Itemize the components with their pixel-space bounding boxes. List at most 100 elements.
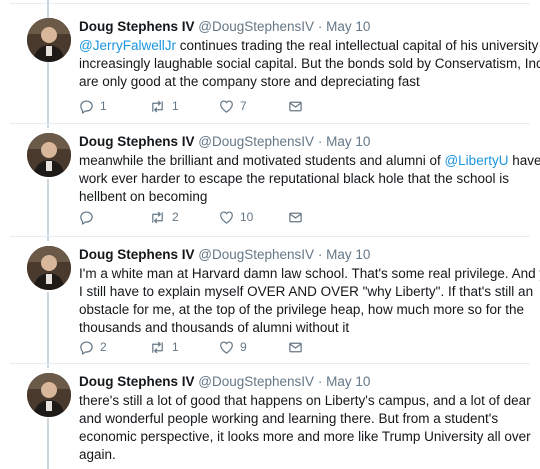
envelope-icon — [289, 212, 302, 222]
envelope-icon — [289, 101, 302, 111]
tweet-text-segment: economic perspective, it looks more and … — [79, 429, 531, 444]
avatar[interactable] — [27, 246, 71, 290]
tweet-text-segment: obstacle for me, at the top of the privi… — [79, 302, 524, 317]
tweet-actions: 2 10 — [79, 209, 319, 225]
direct-message-button[interactable] — [288, 339, 303, 355]
tweet-text-segment: have to — [512, 153, 540, 168]
tweet-text-segment: are only good at the company store and d… — [79, 74, 420, 89]
direct-message-button[interactable] — [288, 209, 303, 225]
tweet-text-segment: increasingly laughable social capital. B… — [79, 56, 540, 71]
avatar[interactable] — [27, 18, 71, 62]
heart-icon — [220, 210, 233, 224]
tweet-text-segment: meanwhile the brilliant and motivated st… — [79, 153, 445, 168]
tweet-text-line: again. — [79, 446, 529, 464]
direct-message-button[interactable] — [288, 98, 303, 114]
tweet-divider — [10, 236, 530, 237]
tweet-text: I'm a white man at Harvard damn law scho… — [79, 265, 540, 337]
tweet-header: Doug Stephens IV @DougStephensIV · May 1… — [79, 246, 370, 264]
tweet-date[interactable]: May 10 — [326, 134, 370, 149]
reply-icon — [80, 99, 93, 114]
heart-icon — [220, 99, 233, 113]
tweet-text-segment: again. — [79, 447, 116, 462]
user-handle[interactable]: @DougStephensIV — [198, 247, 314, 262]
thread-line — [47, 0, 49, 18]
reply-count: 2 — [100, 340, 107, 354]
reply-count: 1 — [100, 99, 107, 113]
avatar-photo — [27, 246, 71, 290]
tweet-actions: 2 1 9 — [79, 339, 319, 355]
retweet-icon — [152, 341, 163, 353]
tweet-text-line: I'm a white man at Harvard damn law scho… — [79, 265, 540, 283]
retweet-button[interactable]: 1 — [149, 339, 179, 355]
reply-icon — [80, 210, 93, 225]
thread-line — [47, 292, 49, 368]
tweet-date[interactable]: May 10 — [326, 374, 370, 389]
like-button[interactable]: 7 — [219, 98, 247, 114]
tweet-text-line: economic perspective, it looks more and … — [79, 428, 531, 446]
tweet-text-line: thousands and thousands of alumni withou… — [79, 319, 529, 337]
tweet-text-segment: I'm a white man at Harvard damn law scho… — [79, 266, 540, 281]
tweet-header: Doug Stephens IV @DougStephensIV · May 1… — [79, 373, 370, 391]
separator-dot: · — [317, 374, 323, 389]
like-count: 10 — [240, 210, 254, 224]
like-count: 9 — [240, 340, 247, 354]
retweet-icon — [152, 211, 163, 223]
tweet-divider — [10, 363, 530, 364]
retweet-count: 1 — [172, 340, 179, 354]
envelope-icon — [289, 342, 302, 352]
tweet-text-line: and wonderful people working and learnin… — [79, 410, 529, 428]
user-handle[interactable]: @DougStephensIV — [198, 134, 314, 149]
reply-button[interactable] — [79, 209, 100, 225]
avatar[interactable] — [27, 373, 71, 417]
tweet-text-segment: work ever harder to escape the reputatio… — [79, 171, 510, 186]
mention-link[interactable]: @JerryFalwellJr — [79, 38, 176, 53]
tweet-text-line: meanwhile the brilliant and motivated st… — [79, 152, 540, 170]
retweet-button[interactable]: 2 — [149, 209, 179, 225]
user-handle[interactable]: @DougStephensIV — [198, 19, 314, 34]
display-name[interactable]: Doug Stephens IV — [79, 19, 195, 34]
tweet-header: Doug Stephens IV @DougStephensIV · May 1… — [79, 18, 370, 36]
display-name[interactable]: Doug Stephens IV — [79, 247, 195, 262]
tweet-text: meanwhile the brilliant and motivated st… — [79, 152, 540, 206]
thread-line — [47, 62, 49, 128]
avatar[interactable] — [27, 133, 71, 177]
tweet-text: @JerryFalwellJr continues trading the re… — [79, 37, 540, 91]
tweet-text-line: obstacle for me, at the top of the privi… — [79, 301, 529, 319]
tweet-divider — [10, 123, 530, 124]
top-divider — [10, 3, 530, 4]
reply-button[interactable]: 1 — [79, 98, 107, 114]
tweet-date[interactable]: May 10 — [326, 247, 370, 262]
avatar-photo — [27, 18, 71, 62]
tweet-text-line: increasingly laughable social capital. B… — [79, 55, 540, 73]
tweet-header: Doug Stephens IV @DougStephensIV · May 1… — [79, 133, 370, 151]
avatar-photo — [27, 133, 71, 177]
reply-button[interactable]: 2 — [79, 339, 107, 355]
like-button[interactable]: 9 — [219, 339, 247, 355]
mention-link[interactable]: @LibertyU — [444, 153, 508, 168]
display-name[interactable]: Doug Stephens IV — [79, 134, 195, 149]
separator-dot: · — [317, 247, 323, 262]
tweet-text-segment: and wonderful people working and learnin… — [79, 411, 499, 426]
retweet-button[interactable]: 1 — [149, 98, 179, 114]
tweet-text-line: work ever harder to escape the reputatio… — [79, 170, 529, 188]
tweet-text-line: are only good at the company store and d… — [79, 73, 529, 91]
tweet-text-segment: continues trading the real intellectual … — [175, 38, 540, 53]
retweet-icon — [152, 100, 163, 112]
user-handle[interactable]: @DougStephensIV — [198, 374, 314, 389]
tweet-text-segment: thousands and thousands of alumni withou… — [79, 320, 350, 335]
tweet-text: there's still a lot of good that happens… — [79, 392, 531, 464]
tweet-text-segment: hellbent on becoming — [79, 189, 208, 204]
tweet-text-line: there's still a lot of good that happens… — [79, 392, 531, 410]
tweet-text-line: @JerryFalwellJr continues trading the re… — [79, 37, 540, 55]
heart-icon — [220, 340, 233, 354]
separator-dot: · — [317, 134, 323, 149]
avatar-photo — [27, 373, 71, 417]
tweet-text-segment: I still have to explain myself OVER AND … — [79, 284, 534, 299]
retweet-count: 1 — [172, 99, 179, 113]
like-button[interactable]: 10 — [219, 209, 253, 225]
tweet-date[interactable]: May 10 — [326, 19, 370, 34]
thread-line — [47, 179, 49, 241]
reply-icon — [80, 340, 93, 355]
tweet-text-line: hellbent on becoming — [79, 188, 529, 206]
display-name[interactable]: Doug Stephens IV — [79, 374, 195, 389]
